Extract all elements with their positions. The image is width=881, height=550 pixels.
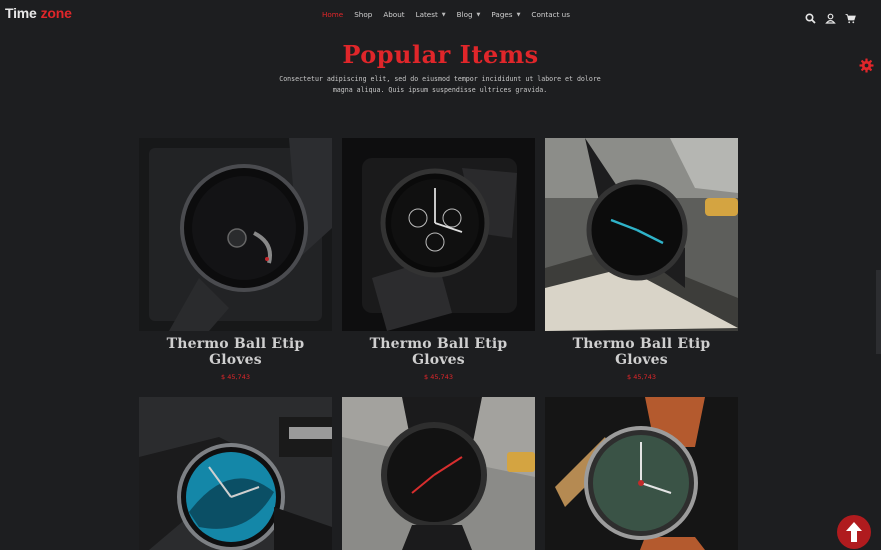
nav-item-home[interactable]: Home xyxy=(322,10,343,19)
nav-label: About xyxy=(383,10,405,19)
search-icon[interactable] xyxy=(805,9,816,24)
cart-icon[interactable] xyxy=(845,9,856,24)
back-to-top-button[interactable] xyxy=(837,515,871,549)
product-image-watch[interactable] xyxy=(342,397,535,550)
product-image-watch[interactable] xyxy=(139,397,332,550)
product-price: $ 45,743 xyxy=(221,373,250,381)
nav-item-contact[interactable]: Contact us xyxy=(531,10,570,19)
product-grid: Thermo Ball Etip Gloves $ 45,743 Thermo … xyxy=(139,138,738,381)
logo-text-zone: zone xyxy=(40,5,72,21)
product-card[interactable] xyxy=(342,397,535,550)
nav-label: Contact us xyxy=(531,10,570,19)
product-name[interactable]: Thermo Ball Etip Gloves xyxy=(139,336,332,368)
product-card[interactable]: Thermo Ball Etip Gloves $ 45,743 xyxy=(545,138,738,381)
chevron-down-icon: ▼ xyxy=(441,11,446,18)
site-logo[interactable]: Time zone xyxy=(5,5,72,21)
product-card[interactable]: Thermo Ball Etip Gloves $ 45,743 xyxy=(342,138,535,381)
nav-label: Pages xyxy=(491,10,513,19)
nav-item-latest[interactable]: Latest ▼ xyxy=(416,10,446,19)
section-title: Popular Items xyxy=(342,40,539,69)
nav-label: Shop xyxy=(354,10,373,19)
product-price: $ 45,743 xyxy=(424,373,453,381)
gear-icon[interactable] xyxy=(859,58,874,73)
nav-label: Home xyxy=(322,10,344,19)
nav-label: Blog xyxy=(456,10,473,19)
nav-item-shop[interactable]: Shop xyxy=(354,10,372,19)
product-price: $ 45,743 xyxy=(627,373,656,381)
arrow-up-icon xyxy=(846,522,862,542)
product-image-watch[interactable] xyxy=(545,138,738,331)
product-image-watch[interactable] xyxy=(342,138,535,331)
chevron-down-icon: ▼ xyxy=(476,11,481,18)
nav-item-about[interactable]: About xyxy=(383,10,404,19)
nav-item-pages[interactable]: Pages ▼ xyxy=(491,10,520,19)
product-card[interactable] xyxy=(139,397,332,550)
product-image-watch[interactable] xyxy=(139,138,332,331)
product-name[interactable]: Thermo Ball Etip Gloves xyxy=(342,336,535,368)
chevron-down-icon: ▼ xyxy=(516,11,521,18)
nav-item-blog[interactable]: Blog ▼ xyxy=(457,10,481,19)
user-icon[interactable] xyxy=(825,9,836,24)
section-subtitle: Consectetur adipiscing elit, sed do eius… xyxy=(279,75,601,94)
product-name[interactable]: Thermo Ball Etip Gloves xyxy=(545,336,738,368)
product-card[interactable]: Thermo Ball Etip Gloves $ 45,743 xyxy=(139,138,332,381)
product-grid-row-2 xyxy=(139,397,738,550)
product-image-watch[interactable] xyxy=(545,397,738,550)
scrollbar-thumb[interactable] xyxy=(876,270,881,354)
main-nav: Home Shop About Latest ▼ Blog ▼ Pages ▼ Con… xyxy=(322,10,570,19)
header-icons xyxy=(805,9,856,24)
product-card[interactable] xyxy=(545,397,738,550)
nav-label: Latest xyxy=(415,10,438,19)
logo-text-time: Time xyxy=(5,5,37,21)
